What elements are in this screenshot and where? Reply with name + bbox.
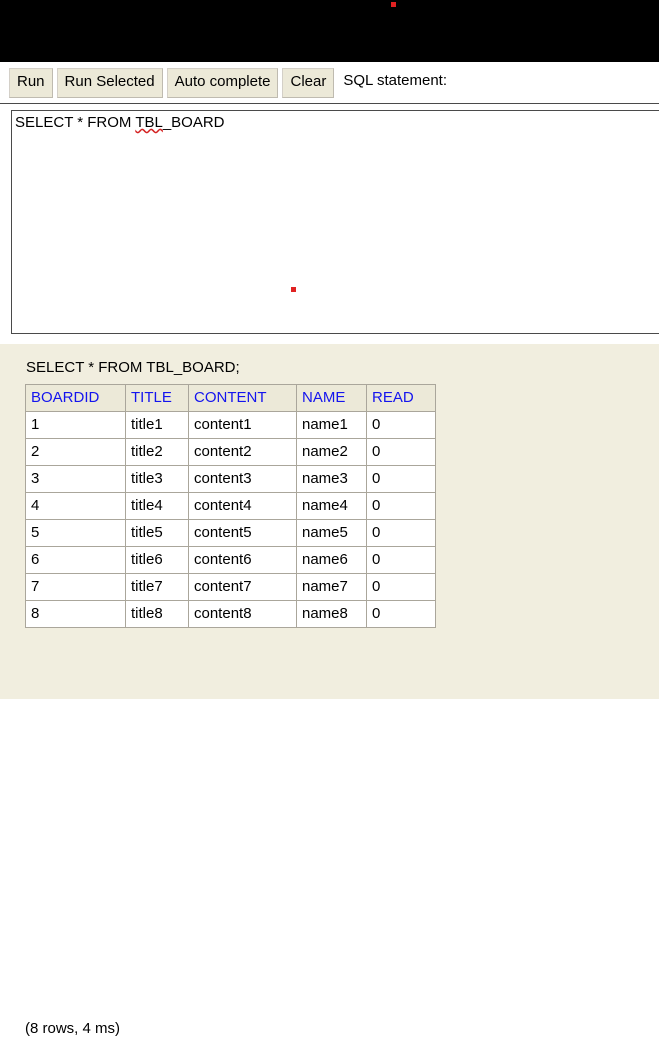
column-header-name[interactable]: NAME: [296, 384, 367, 412]
table-cell: name1: [296, 411, 367, 439]
sql-text-prefix: SELECT * FROM: [15, 114, 136, 131]
sql-statement-label: SQL statement:: [343, 72, 448, 89]
table-cell: name3: [296, 465, 367, 493]
table-cell: 0: [366, 546, 436, 574]
table-cell: content2: [188, 438, 297, 466]
table-row[interactable]: 5 title5 content5 name5 0: [25, 519, 436, 547]
table-cell: title6: [125, 546, 189, 574]
column-header-title[interactable]: TITLE: [125, 384, 189, 412]
sql-statement-text: SELECT * FROM TBL_BOARD: [15, 113, 225, 133]
table-cell: 7: [25, 573, 126, 601]
table-cell: 0: [366, 492, 436, 520]
table-cell: title5: [125, 519, 189, 547]
table-header-row: BOARDID TITLE CONTENT NAME READ: [25, 384, 436, 412]
table-row[interactable]: 3 title3 content3 name3 0: [25, 465, 436, 493]
column-header-read[interactable]: READ: [366, 384, 436, 412]
table-cell: 0: [366, 573, 436, 601]
table-cell: title4: [125, 492, 189, 520]
result-table-container: BOARDID TITLE CONTENT NAME READ 1 title1 conte…: [25, 384, 436, 628]
sql-toolbar: Run Run Selected Auto complete Clear SQL…: [0, 62, 659, 104]
clear-button[interactable]: Clear: [282, 68, 335, 98]
run-selected-button[interactable]: Run Selected: [56, 68, 163, 98]
table-cell: 0: [366, 438, 436, 466]
table-cell: 0: [366, 411, 436, 439]
sql-text-misspelled: TBL: [135, 114, 163, 131]
table-row[interactable]: 2 title2 content2 name2 0: [25, 438, 436, 466]
table-cell: title1: [125, 411, 189, 439]
table-cell: content3: [188, 465, 297, 493]
table-cell: name6: [296, 546, 367, 574]
table-cell: 1: [25, 411, 126, 439]
auto-complete-button[interactable]: Auto complete: [166, 68, 279, 98]
table-cell: name7: [296, 573, 367, 601]
table-row[interactable]: 6 title6 content6 name6 0: [25, 546, 436, 574]
table-cell: 6: [25, 546, 126, 574]
table-cell: name2: [296, 438, 367, 466]
table-cell: content1: [188, 411, 297, 439]
table-row[interactable]: 7 title7 content7 name7 0: [25, 573, 436, 601]
result-table: BOARDID TITLE CONTENT NAME READ 1 title1 conte…: [25, 384, 436, 628]
browser-chrome-bar: [0, 0, 659, 62]
table-cell: 0: [366, 465, 436, 493]
table-cell: 0: [366, 519, 436, 547]
red-marker-dot: [391, 2, 396, 7]
table-cell: title3: [125, 465, 189, 493]
table-cell: 0: [366, 600, 436, 628]
sql-statement-input[interactable]: SELECT * FROM TBL_BOARD: [11, 110, 659, 334]
column-header-boardid[interactable]: BOARDID: [25, 384, 126, 412]
table-cell: name5: [296, 519, 367, 547]
table-cell: content7: [188, 573, 297, 601]
table-cell: title7: [125, 573, 189, 601]
column-header-content[interactable]: CONTENT: [188, 384, 297, 412]
table-cell: title8: [125, 600, 189, 628]
sql-text-suffix: _BOARD: [162, 114, 225, 131]
red-cursor-dot: [291, 287, 296, 292]
run-button[interactable]: Run: [9, 68, 53, 98]
result-table-body: 1 title1 content1 name1 0 2 title2 content2 name…: [25, 411, 436, 628]
table-cell: name4: [296, 492, 367, 520]
table-cell: content8: [188, 600, 297, 628]
table-cell: content4: [188, 492, 297, 520]
table-row[interactable]: 8 title8 content8 name8 0: [25, 600, 436, 628]
table-cell: 4: [25, 492, 126, 520]
table-cell: 2: [25, 438, 126, 466]
table-cell: 5: [25, 519, 126, 547]
table-cell: name8: [296, 600, 367, 628]
table-cell: title2: [125, 438, 189, 466]
table-row[interactable]: 1 title1 content1 name1 0: [25, 411, 436, 439]
table-cell: content6: [188, 546, 297, 574]
table-row[interactable]: 4 title4 content4 name4 0: [25, 492, 436, 520]
table-cell: 3: [25, 465, 126, 493]
result-status-text: (8 rows, 4 ms): [25, 1020, 121, 1037]
result-table-head: BOARDID TITLE CONTENT NAME READ: [25, 384, 436, 412]
executed-query-text: SELECT * FROM TBL_BOARD;: [26, 359, 240, 376]
table-cell: 8: [25, 600, 126, 628]
table-cell: content5: [188, 519, 297, 547]
